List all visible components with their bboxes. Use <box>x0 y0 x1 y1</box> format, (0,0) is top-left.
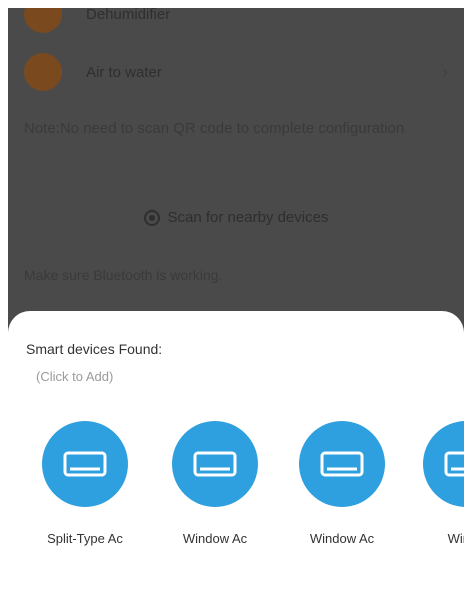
bluetooth-hint: Make sure Bluetooth is working. <box>24 267 223 283</box>
scan-icon <box>143 209 160 226</box>
note-text: Note:No need to scan QR code to complete… <box>24 120 405 137</box>
air-conditioner-icon <box>320 451 364 477</box>
device-label: Split-Type Ac <box>47 531 123 546</box>
air-conditioner-icon <box>444 451 464 477</box>
found-device-window-ac-partial[interactable]: Windo <box>411 421 464 546</box>
device-label: Window Ac <box>182 531 248 546</box>
found-device-window-ac[interactable]: Window Ac <box>287 421 397 546</box>
found-devices-sheet: Smart devices Found: (Click to Add) Spli… <box>8 311 464 593</box>
device-type-row-dehumidifier[interactable]: Dehumidifier <box>8 8 464 34</box>
device-circle <box>172 421 258 507</box>
air-conditioner-icon <box>63 451 107 477</box>
air-to-water-icon <box>24 53 62 91</box>
device-circle <box>299 421 385 507</box>
device-label: Window Ac <box>309 531 375 546</box>
device-type-row-air-to-water[interactable]: Air to water › <box>8 52 464 92</box>
chevron-right-icon: › <box>442 61 448 82</box>
device-type-label: Dehumidifier <box>86 8 171 23</box>
scan-nearby-button[interactable]: Scan for nearby devices <box>8 209 464 226</box>
screen: Dehumidifier Air to water › Note:No need… <box>8 8 464 593</box>
sheet-subtitle: (Click to Add) <box>36 369 114 384</box>
dehumidifier-icon <box>24 8 62 33</box>
found-device-window-ac[interactable]: Window Ac <box>160 421 270 546</box>
device-label: Windo <box>447 531 464 546</box>
device-circle <box>423 421 464 507</box>
device-circle <box>42 421 128 507</box>
found-device-split-type-ac[interactable]: Split-Type Ac <box>30 421 140 546</box>
device-type-label: Air to water <box>86 63 162 81</box>
scan-label: Scan for nearby devices <box>167 209 329 226</box>
background-page-dimmed: Dehumidifier Air to water › Note:No need… <box>8 8 464 348</box>
sheet-title: Smart devices Found: <box>26 341 163 357</box>
air-conditioner-icon <box>193 451 237 477</box>
